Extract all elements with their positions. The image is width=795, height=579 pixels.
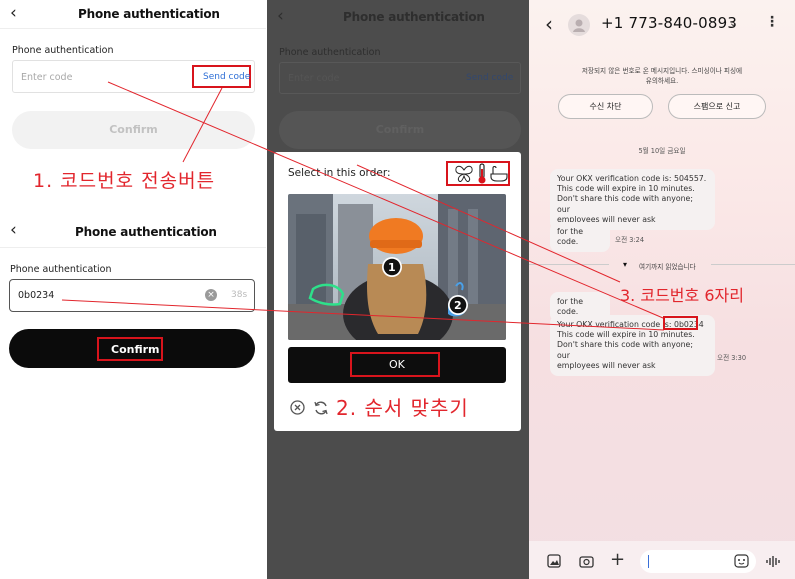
bathtub-icon bbox=[490, 165, 508, 182]
confirm-label: Confirm bbox=[111, 343, 160, 356]
confirm-button-dimmed[interactable]: Confirm bbox=[279, 111, 521, 149]
more-options-icon[interactable]: ⋮ bbox=[765, 14, 779, 30]
message-time: 오전 3:30 bbox=[717, 354, 747, 362]
panel-sms-screen: ‹ +1 773-840-0893 ⌄ ⋮ 저장되지 않은 번호로 온 메시지입… bbox=[529, 0, 795, 579]
camera-icon[interactable] bbox=[579, 554, 594, 568]
panel-login-screen: ‹ Phone authentication Phone authenticat… bbox=[0, 0, 266, 579]
message-bubble[interactable]: Your OKX verification code is: 504557. T… bbox=[550, 169, 715, 231]
contact-avatar[interactable] bbox=[568, 14, 590, 36]
code-value: 0b0234 bbox=[18, 290, 55, 301]
divider bbox=[529, 264, 609, 265]
panel-captcha-screen: ‹ Phone authentication Phone authenticat… bbox=[267, 0, 529, 579]
read-divider-label: 여기까지 읽었습니다 bbox=[639, 263, 696, 271]
send-code-button[interactable]: Send code bbox=[466, 73, 513, 83]
message-line: This code will expire in 10 minutes. bbox=[557, 184, 695, 194]
order-marker-2[interactable]: 2 bbox=[454, 299, 462, 312]
page-title: Phone authentication bbox=[343, 10, 485, 24]
close-icon[interactable] bbox=[290, 400, 305, 415]
voice-icon[interactable] bbox=[766, 555, 781, 568]
add-icon[interactable]: + bbox=[610, 549, 625, 570]
captcha-image[interactable]: 1 2 bbox=[288, 194, 506, 340]
confirm-button-disabled[interactable]: Confirm bbox=[12, 111, 255, 149]
captcha-instruction: Select in this order: bbox=[288, 167, 391, 179]
block-button[interactable]: 수신 차단 bbox=[558, 94, 653, 119]
chat-icon: ▾ bbox=[623, 260, 628, 269]
field-label: Phone authentication bbox=[10, 264, 112, 275]
page-title: Phone authentication bbox=[75, 225, 217, 239]
field-label: Phone authentication bbox=[279, 47, 381, 58]
divider bbox=[0, 28, 266, 29]
back-arrow-icon[interactable]: ‹ bbox=[10, 222, 17, 239]
order-marker-1[interactable]: 1 bbox=[388, 261, 396, 274]
report-spam-button[interactable]: 스팸으로 신고 bbox=[668, 94, 766, 119]
message-bubble[interactable]: for the code. bbox=[550, 222, 610, 253]
back-arrow-icon[interactable]: ‹ bbox=[545, 14, 553, 34]
chevron-down-icon[interactable]: ⌄ bbox=[729, 18, 737, 29]
emoji-sticker-icon[interactable] bbox=[734, 554, 749, 568]
divider bbox=[711, 264, 795, 265]
back-arrow-icon[interactable]: ‹ bbox=[10, 5, 17, 22]
date-separator: 5월 10일 금요일 bbox=[638, 147, 686, 155]
annotation-step2: 2. 순서 맞추기 bbox=[336, 396, 469, 420]
ok-label: OK bbox=[389, 358, 405, 371]
message-line: Your OKX verification code is: 504557. bbox=[557, 174, 707, 183]
text-cursor bbox=[648, 555, 649, 568]
code-input-filled[interactable]: 0b0234 × 38s bbox=[9, 279, 255, 312]
page-title: Phone authentication bbox=[78, 7, 220, 21]
message-time: 오전 3:24 bbox=[615, 236, 645, 244]
send-code-button[interactable]: Send code bbox=[203, 72, 250, 82]
captcha-modal: Select in this order: 1 2 OK 2. 순서 맞추기 bbox=[274, 152, 521, 431]
code-input-dimmed[interactable]: Enter code Send code bbox=[279, 62, 521, 94]
annotation-step1: 1. 코드번호 전송버튼 bbox=[33, 170, 216, 192]
butterfly-icon bbox=[455, 165, 473, 182]
annotation-step3: 3. 코드번호 6자리 bbox=[620, 286, 744, 305]
code-placeholder: Enter code bbox=[288, 73, 340, 84]
field-label: Phone authentication bbox=[12, 45, 114, 56]
message-line: employees will never ask bbox=[557, 360, 656, 370]
code-placeholder: Enter code bbox=[21, 72, 73, 83]
gallery-icon[interactable] bbox=[547, 554, 561, 568]
message-line: This code will expire in 10 minutes. bbox=[557, 330, 695, 340]
highlight-box bbox=[663, 316, 698, 330]
timer: 38s bbox=[231, 290, 248, 300]
message-line: Your OKX verification code is: bbox=[557, 320, 674, 329]
back-arrow-icon[interactable]: ‹ bbox=[277, 8, 284, 25]
message-line: Don't share this code with anyone; our bbox=[557, 194, 693, 214]
thermometer-icon bbox=[478, 163, 486, 184]
refresh-icon[interactable] bbox=[313, 400, 329, 416]
unknown-sender-warning: 저장되지 않은 번호로 온 메시지입니다. 스미싱이나 피싱에 유의하세요. bbox=[581, 67, 743, 85]
clear-icon[interactable]: × bbox=[205, 289, 217, 301]
message-line: Don't share this code with anyone; our bbox=[557, 340, 693, 360]
phone-number[interactable]: +1 773-840-0893 bbox=[601, 14, 737, 32]
message-line: for the code. bbox=[557, 227, 583, 247]
divider bbox=[0, 247, 266, 248]
